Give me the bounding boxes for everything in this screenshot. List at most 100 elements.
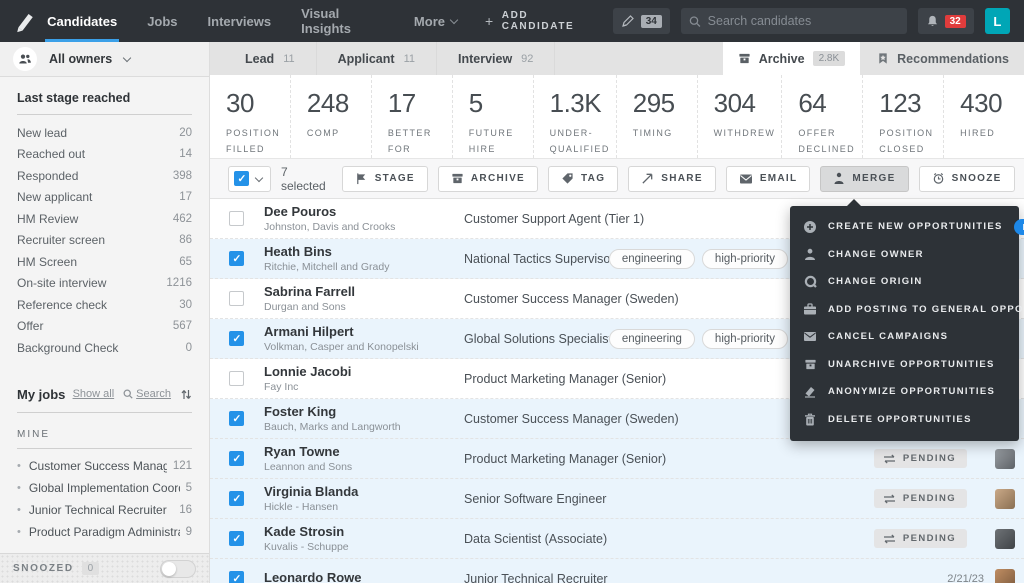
stat-timing[interactable]: 295TIMING (617, 75, 698, 158)
search-input[interactable] (708, 14, 899, 28)
flag-icon (355, 172, 368, 185)
sidebar-job-item[interactable]: •Junior Technical Recruiter16 (17, 499, 192, 521)
tab-label: Interview (458, 52, 512, 66)
sidebar-stage-item[interactable]: Reference check30 (17, 294, 192, 316)
menu-item-delete-opportunities[interactable]: DELETE OPPORTUNITIES (790, 406, 1019, 434)
tag-pill[interactable]: high-priority (702, 329, 788, 349)
add-candidate-button[interactable]: + ADD CANDIDATE (485, 10, 602, 32)
row-checkbox[interactable] (229, 491, 244, 506)
tag-button[interactable]: TAG (548, 166, 618, 192)
stat-under-qualified[interactable]: 1.3KUNDER-QUALIFIED (534, 75, 617, 158)
lever-logo[interactable] (0, 0, 45, 42)
row-checkbox[interactable] (229, 331, 244, 346)
menu-item-cancel-campaigns[interactable]: CANCEL CAMPAIGNS (790, 323, 1019, 351)
sidebar-stage-item[interactable]: New applicant17 (17, 187, 192, 209)
jobs-search-link[interactable]: Search (123, 388, 171, 400)
menu-item-change-origin[interactable]: CHANGE ORIGIN (790, 268, 1019, 296)
archive-button[interactable]: ARCHIVE (438, 166, 538, 192)
stat-hired[interactable]: 430HIRED (944, 75, 1024, 158)
more-actions-menu: CREATE NEW OPPORTUNITIES NEW CHANGE OWNE… (790, 206, 1019, 441)
nav-tabs: Candidates Jobs Interviews Visual Insigh… (45, 0, 485, 42)
snoozed-toggle[interactable] (160, 560, 196, 578)
candidate-row[interactable]: Virginia BlandaHickle - Hansen Senior So… (210, 479, 1024, 519)
candidate-row[interactable]: Leonardo Rowe Junior Technical Recruiter… (210, 559, 1024, 583)
candidate-row[interactable]: Ryan TowneLeannon and Sons Product Marke… (210, 439, 1024, 479)
button-label: SHARE (661, 173, 703, 184)
email-button[interactable]: EMAIL (726, 166, 811, 192)
tab-applicant[interactable]: Applicant11 (317, 42, 437, 75)
tab-archive[interactable]: Archive 2.8K (723, 42, 860, 75)
merge-button[interactable]: MERGE (820, 166, 908, 192)
sort-icon[interactable] (180, 388, 192, 401)
menu-item-create-new-opportunities[interactable]: CREATE NEW OPPORTUNITIES NEW (790, 213, 1019, 241)
stage-count: 567 (173, 320, 192, 332)
row-checkbox[interactable] (229, 571, 244, 583)
candidate-row[interactable]: Kade StrosinKuvalis - Schuppe Data Scien… (210, 519, 1024, 559)
candidate-company: Kuvalis - Schuppe (264, 541, 464, 553)
show-all-link[interactable]: Show all (73, 388, 115, 400)
row-checkbox[interactable] (229, 451, 244, 466)
tab-recommendations[interactable]: Recommendations (860, 42, 1024, 75)
stat-better-for-another-role[interactable]: 17BETTER FOR ANOTHER ROLE (372, 75, 453, 158)
stat-future-hire[interactable]: 5FUTURE HIRE (453, 75, 534, 158)
owner-filter[interactable]: All owners (0, 42, 209, 77)
tab-lead[interactable]: Lead11 (210, 42, 317, 75)
candidate-position: Senior Software Engineer (464, 492, 792, 506)
sidebar-stage-item[interactable]: New lead20 (17, 122, 192, 144)
sidebar-stage-item[interactable]: HM Screen65 (17, 251, 192, 273)
row-checkbox[interactable] (229, 411, 244, 426)
nav-tab-visual-insights[interactable]: Visual Insights (299, 0, 386, 42)
sidebar-stage-item[interactable]: Background Check0 (17, 337, 192, 359)
notifications-button[interactable]: 32 (918, 8, 974, 34)
snooze-button[interactable]: SNOOZE (919, 166, 1015, 192)
tag-pill[interactable]: high-priority (702, 249, 788, 269)
share-button[interactable]: SHARE (628, 166, 716, 192)
sidebar-stage-item[interactable]: Reached out14 (17, 144, 192, 166)
row-checkbox[interactable] (229, 531, 244, 546)
candidate-name: Dee Pouros (264, 204, 464, 219)
row-checkbox[interactable] (229, 291, 244, 306)
nav-tab-more[interactable]: More (412, 0, 459, 42)
selected-count-text: 7 selected (281, 165, 326, 193)
sidebar-stage-item[interactable]: Offer567 (17, 316, 192, 338)
sidebar-stage-item[interactable]: Recruiter screen86 (17, 230, 192, 252)
select-all-control[interactable] (228, 166, 271, 192)
stat-label: POSITION FILLED (226, 126, 284, 158)
menu-item-add-posting-to-general-opportunities[interactable]: ADD POSTING TO GENERAL OPPORTUNITIES (790, 296, 1019, 324)
nav-tab-jobs[interactable]: Jobs (145, 0, 179, 42)
tab-interview[interactable]: Interview92 (437, 42, 555, 75)
stat-position-filled[interactable]: 30POSITION FILLED (210, 75, 291, 158)
sidebar-stage-item[interactable]: HM Review462 (17, 208, 192, 230)
stat-withdrew[interactable]: 304WITHDREW (698, 75, 783, 158)
stat-offer-declined[interactable]: 64OFFER DECLINED (782, 75, 863, 158)
sidebar-job-item[interactable]: •Global Implementation Coordin…5 (17, 477, 192, 499)
bullet-icon: • (17, 504, 21, 516)
sidebar-stage-item[interactable]: Responded398 (17, 165, 192, 187)
sidebar-job-item[interactable]: •Customer Success Manager (…121 (17, 455, 192, 477)
stat-label: OFFER DECLINED (798, 126, 856, 158)
bullet-icon: • (17, 482, 21, 494)
select-all-checkbox[interactable] (234, 171, 249, 186)
sidebar-job-item[interactable]: •Product Paradigm Administrator9 (17, 521, 192, 543)
stat-value: 248 (307, 88, 365, 119)
archive-icon (738, 52, 751, 65)
row-checkbox[interactable] (229, 211, 244, 226)
nav-tab-candidates[interactable]: Candidates (45, 0, 119, 42)
nav-tab-interviews[interactable]: Interviews (206, 0, 274, 42)
sidebar-stage-item[interactable]: On-site interview1216 (17, 273, 192, 295)
row-checkbox[interactable] (229, 251, 244, 266)
tag-pill[interactable]: engineering (609, 329, 695, 349)
stat-position-closed[interactable]: 123POSITION CLOSED (863, 75, 944, 158)
tag-pill[interactable]: engineering (609, 249, 695, 269)
menu-item-anonymize-opportunities[interactable]: ANONYMIZE OPPORTUNITIES (790, 378, 1019, 406)
menu-item-change-owner[interactable]: CHANGE OWNER (790, 241, 1019, 269)
compose-button[interactable]: 34 (613, 8, 670, 34)
row-checkbox[interactable] (229, 371, 244, 386)
plus-icon: + (485, 13, 495, 29)
origin-icon (803, 275, 817, 288)
stat-comp[interactable]: 248COMP (291, 75, 372, 158)
menu-item-unarchive-opportunities[interactable]: UNARCHIVE OPPORTUNITIES (790, 351, 1019, 379)
stage-button[interactable]: STAGE (342, 166, 428, 192)
user-avatar[interactable]: L (985, 8, 1010, 34)
stage-filter-list: New lead20 Reached out14 Responded398 Ne… (17, 122, 192, 359)
